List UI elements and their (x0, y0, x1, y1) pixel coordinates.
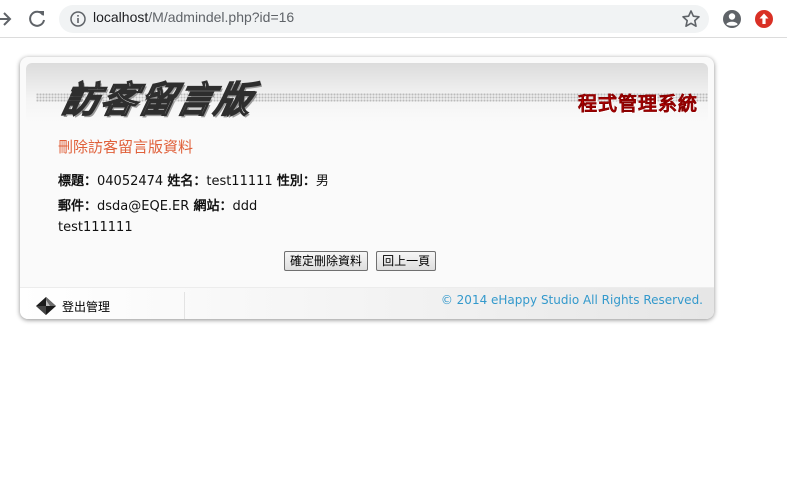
footer-divider (184, 292, 185, 319)
update-icon[interactable] (753, 8, 775, 30)
reload-icon[interactable] (24, 6, 50, 32)
gender-value: 男 (315, 174, 329, 189)
star-icon[interactable] (681, 9, 701, 29)
info-icon[interactable] (69, 10, 87, 28)
admin-panel: 訪客留言版 程式管理系統 刪除訪客留言版資料 標題：04052474 姓名：te… (20, 57, 714, 319)
url-path: /M/admindel.php?id=16 (148, 9, 295, 25)
logout-label: 登出管理 (62, 300, 111, 314)
website-value: ddd (232, 199, 258, 214)
subject-value: 04052474 (97, 174, 164, 189)
email-label: 郵件： (58, 199, 98, 214)
detail-row-contact: 郵件：dsda@EQE.ER 網站：ddd (58, 195, 257, 214)
url-host: localhost (93, 9, 149, 25)
back-arrow-icon[interactable] (0, 6, 16, 32)
subject-label: 標題： (58, 174, 98, 189)
gender-label: 性別： (276, 174, 316, 189)
system-title: 程式管理系統 (577, 93, 698, 115)
name-value: test11111 (206, 174, 273, 189)
name-label: 姓名： (167, 174, 207, 189)
header-banner: 訪客留言版 程式管理系統 (26, 63, 708, 123)
account-icon[interactable] (721, 8, 743, 30)
confirm-delete-button[interactable]: 確定刪除資料 (284, 251, 369, 271)
action-buttons: 確定刪除資料 回上一頁 (284, 250, 439, 271)
url-text[interactable]: localhost/M/admindel.php?id=16 (93, 9, 294, 25)
copyright-text: © 2014 eHappy Studio All Rights Reserved… (440, 293, 703, 307)
back-button[interactable]: 回上一頁 (376, 251, 437, 271)
diamond-icon (35, 296, 57, 316)
message-content: test111111 (58, 220, 133, 235)
detail-row-subject: 標題：04052474 姓名：test11111 性別：男 (58, 170, 329, 189)
page-heading: 刪除訪客留言版資料 (58, 138, 194, 156)
site-title: 訪客留言版 (58, 78, 258, 121)
address-bar[interactable]: localhost/M/admindel.php?id=16 (59, 5, 709, 33)
footer: 登出管理 © 2014 eHappy Studio All Rights Res… (20, 287, 714, 319)
email-value: dsda@EQE.ER (97, 199, 190, 214)
website-label: 網站： (193, 199, 233, 214)
browser-toolbar: localhost/M/admindel.php?id=16 (0, 0, 787, 38)
